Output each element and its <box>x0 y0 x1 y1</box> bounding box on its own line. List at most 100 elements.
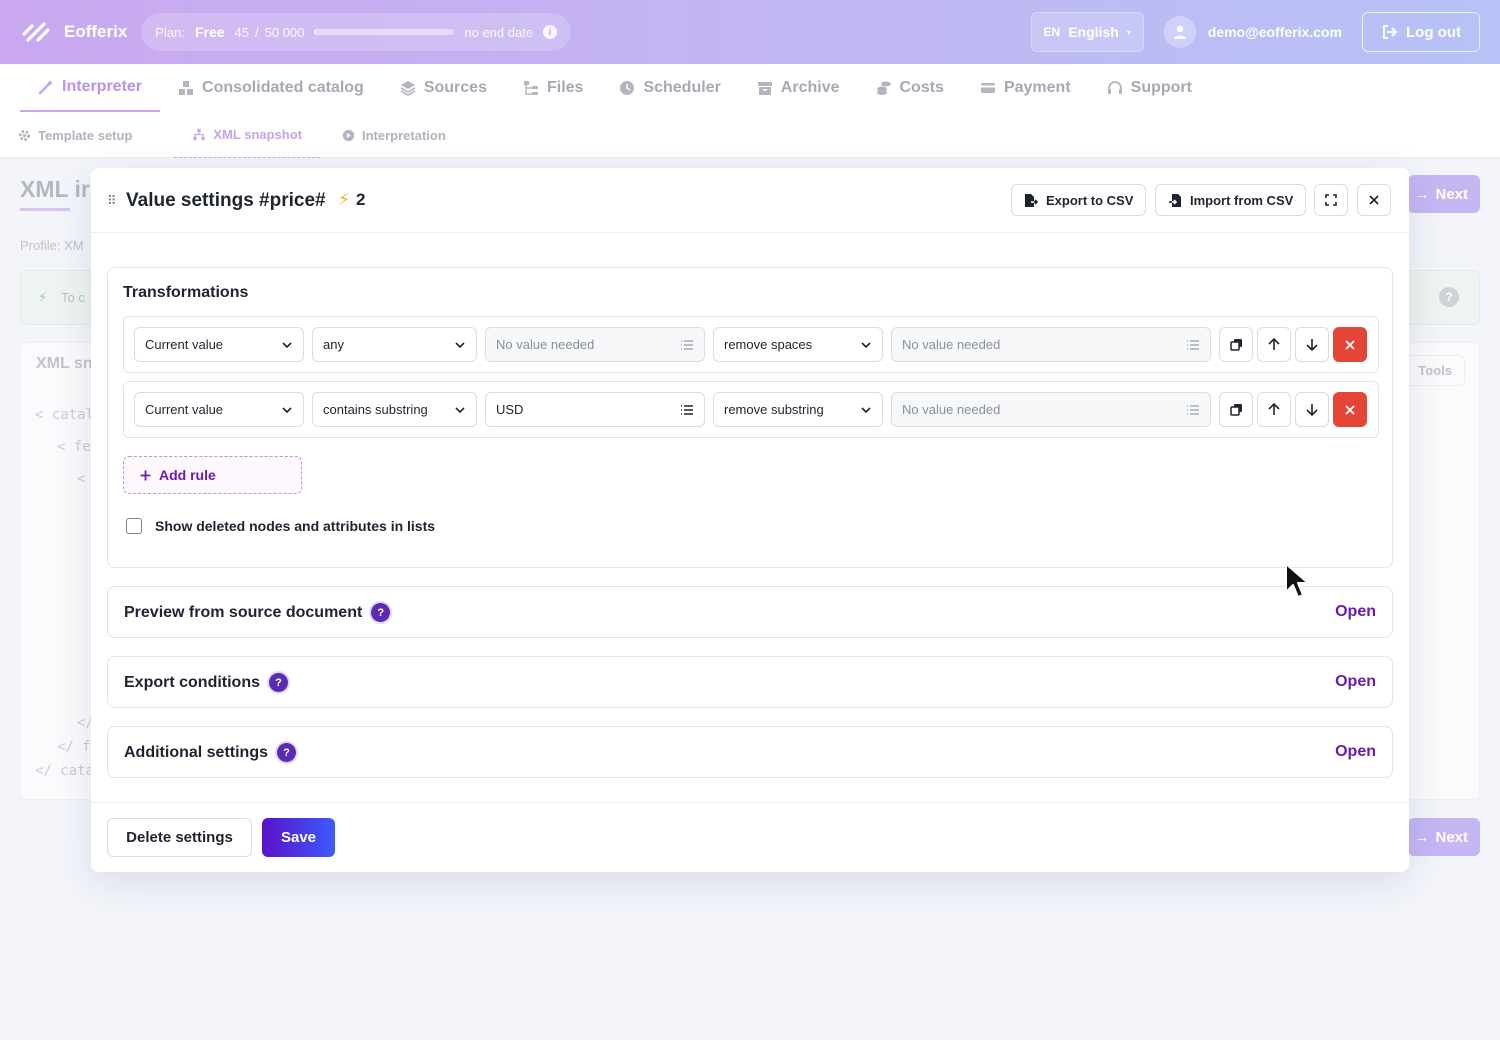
language-select[interactable]: EN English ▾ <box>1030 12 1144 52</box>
clock-icon <box>620 81 635 95</box>
language-name: English <box>1068 24 1119 40</box>
duplicate-rule-button[interactable] <box>1219 392 1253 427</box>
import-csv-button[interactable]: Import from CSV <box>1155 184 1307 216</box>
usage-total: 50 000 <box>264 24 305 40</box>
tab-payment[interactable]: Payment <box>962 64 1089 112</box>
save-button[interactable]: Save <box>262 818 335 857</box>
subtab-interpretation[interactable]: Interpretation <box>342 112 466 158</box>
fullscreen-button[interactable] <box>1314 184 1348 216</box>
help-icon[interactable]: ? <box>277 743 296 762</box>
condition-select[interactable]: contains substring <box>312 392 477 427</box>
tab-costs[interactable]: Costs <box>858 64 962 112</box>
section-additional-settings[interactable]: Additional settings ? Open <box>107 726 1393 778</box>
open-section-button[interactable]: Open <box>1335 603 1376 621</box>
user-email: demo@eofferix.com <box>1207 24 1343 40</box>
action-value-input[interactable]: No value needed <box>891 392 1211 427</box>
help-icon[interactable]: ? <box>371 603 391 622</box>
delete-rule-button[interactable] <box>1333 392 1367 427</box>
plus-icon <box>140 470 151 480</box>
tab-label: Costs <box>899 79 944 96</box>
profile-label: Profile: XM <box>20 238 84 253</box>
move-up-button[interactable] <box>1257 327 1291 362</box>
tab-support[interactable]: Support <box>1089 64 1210 112</box>
page-title: XML ir <box>20 176 90 202</box>
plan-end-date: no end date <box>464 24 534 40</box>
action-select[interactable]: remove spaces <box>713 327 883 362</box>
rule-count-value: 2 <box>355 190 366 209</box>
tab-label: Payment <box>1003 79 1071 96</box>
plan-label: Plan: <box>155 24 185 40</box>
source-select[interactable]: Current value <box>134 327 304 362</box>
tab-consolidated-catalog[interactable]: Consolidated catalog <box>160 64 382 112</box>
condition-value: any <box>323 337 344 352</box>
action-value-text: No value needed <box>902 402 1001 417</box>
modal-header: ⠿ Value settings #price# ⚡ 2 Export to C… <box>91 168 1409 233</box>
page-title-underline <box>20 208 70 211</box>
headset-icon <box>1107 81 1122 94</box>
move-down-button[interactable] <box>1295 327 1329 362</box>
user-menu[interactable]: demo@eofferix.com <box>1163 16 1343 48</box>
rule-row: Current value contains substring USD rem… <box>123 381 1379 438</box>
section-title-text: Preview from source document <box>124 603 363 621</box>
tab-sources[interactable]: Sources <box>382 64 505 112</box>
action-value: remove spaces <box>724 337 813 352</box>
duplicate-rule-button[interactable] <box>1219 327 1253 362</box>
action-select[interactable]: remove substring <box>713 392 883 427</box>
section-export-conditions[interactable]: Export conditions ? Open <box>107 656 1393 708</box>
export-csv-button[interactable]: Export to CSV <box>1011 184 1147 216</box>
magic-wand-icon <box>38 80 53 95</box>
show-deleted-label: Show deleted nodes and attributes in lis… <box>155 518 436 534</box>
tab-files[interactable]: Files <box>505 64 601 112</box>
arrow-down-icon <box>1306 339 1318 351</box>
subtab-template-setup[interactable]: Template setup <box>18 112 152 158</box>
coins-icon <box>876 81 891 95</box>
add-rule-button[interactable]: Add rule <box>123 456 302 494</box>
value-settings-modal: ⠿ Value settings #price# ⚡ 2 Export to C… <box>91 168 1409 872</box>
logout-button[interactable]: Log out <box>1362 12 1480 52</box>
arrow-right-icon: → <box>1414 185 1430 203</box>
boxes-icon <box>179 81 194 95</box>
archive-icon <box>757 82 772 95</box>
section-title: Preview from source document ? <box>124 603 391 622</box>
condition-value-input[interactable]: No value needed <box>485 327 705 362</box>
open-section-button[interactable]: Open <box>1335 673 1376 691</box>
brand-name: Eofferix <box>64 22 128 41</box>
list-icon <box>681 340 693 350</box>
delete-settings-button[interactable]: Delete settings <box>107 818 252 857</box>
move-down-button[interactable] <box>1295 392 1329 427</box>
condition-value-input[interactable]: USD <box>485 392 705 427</box>
usage-progress-bar <box>314 29 455 35</box>
help-icon[interactable]: ? <box>269 673 288 692</box>
logout-icon <box>1383 25 1398 39</box>
action-value-input[interactable]: No value needed <box>891 327 1211 362</box>
arrow-right-icon: → <box>1414 828 1430 846</box>
delete-rule-button[interactable] <box>1333 327 1367 362</box>
bolt-icon: ⚡ <box>38 289 48 305</box>
tab-scheduler[interactable]: Scheduler <box>601 64 738 112</box>
tools-button[interactable]: Tools <box>1405 355 1465 386</box>
arrow-up-icon <box>1268 338 1280 350</box>
modal-title: Value settings #price# <box>126 190 326 211</box>
tab-archive[interactable]: Archive <box>739 64 858 112</box>
move-up-button[interactable] <box>1257 392 1291 427</box>
close-icon <box>1345 339 1355 350</box>
subtab-xml-snapshot[interactable]: XML snapshot <box>174 112 320 158</box>
help-icon[interactable]: ? <box>1439 287 1459 307</box>
copy-icon <box>1229 404 1242 416</box>
next-button-bottom[interactable]: → Next <box>1408 818 1480 856</box>
info-icon[interactable]: i <box>543 25 558 39</box>
language-code: EN <box>1043 25 1061 39</box>
open-section-button[interactable]: Open <box>1335 743 1376 761</box>
section-preview[interactable]: Preview from source document ? Open <box>107 586 1393 638</box>
brand-logo[interactable]: Eofferix <box>20 18 127 46</box>
subtab-label: Interpretation <box>362 127 446 143</box>
source-select[interactable]: Current value <box>134 392 304 427</box>
condition-select[interactable]: any <box>312 327 477 362</box>
next-button-top[interactable]: → Next <box>1408 175 1480 213</box>
drag-handle-icon[interactable]: ⠿ <box>107 193 116 209</box>
close-button[interactable] <box>1357 184 1391 216</box>
show-deleted-checkbox[interactable] <box>126 518 142 534</box>
tab-interpreter[interactable]: Interpreter <box>20 64 161 112</box>
import-label: Import from CSV <box>1190 192 1294 208</box>
list-icon <box>1187 340 1199 350</box>
